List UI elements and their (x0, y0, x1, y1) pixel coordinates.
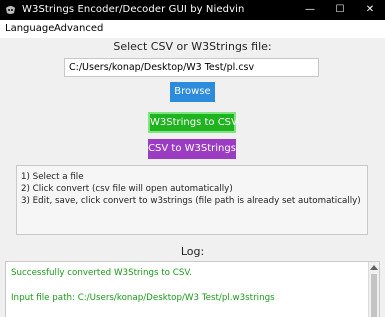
file-path-input[interactable] (64, 58, 319, 77)
log-output[interactable]: Successfully converted W3Strings to CSV.… (5, 261, 380, 317)
app-icon (6, 6, 15, 14)
scroll-thumb[interactable] (371, 274, 377, 317)
menu-advanced[interactable]: Advanced (54, 23, 103, 34)
instructions-box: 1) Select a file 2) Click convert (csv f… (16, 165, 368, 235)
close-button[interactable]: ✕ (355, 0, 385, 20)
instruction-step-2: 2) Click convert (csv file will open aut… (21, 184, 233, 194)
file-select-heading: Select CSV or W3Strings file: (113, 40, 272, 53)
csv-to-w3strings-button[interactable]: CSV to W3Strings (148, 139, 236, 159)
instruction-step-1: 1) Select a file (21, 172, 84, 182)
instruction-step-3: 3) Edit, save, click convert to w3string… (21, 196, 361, 206)
window-title: W3Strings Encoder/Decoder GUI by Niedvin (22, 4, 245, 15)
w3strings-to-csv-button[interactable]: W3Strings to CSV (148, 112, 238, 133)
maximize-button[interactable]: ☐ (325, 0, 355, 20)
menu-language[interactable]: Language (5, 23, 54, 34)
minimize-button[interactable]: — (295, 0, 325, 20)
scroll-up-arrow-icon[interactable] (370, 265, 378, 270)
log-scrollbar[interactable] (368, 262, 379, 317)
log-heading: Log: (180, 245, 205, 258)
menu-bar: Language Advanced (0, 20, 385, 38)
title-bar[interactable]: W3Strings Encoder/Decoder GUI by Niedvin… (0, 0, 385, 20)
log-line: Input file path: C:/Users/konap/Desktop/… (11, 293, 275, 303)
log-line: Successfully converted W3Strings to CSV. (11, 268, 192, 278)
browse-button[interactable]: Browse (170, 82, 215, 102)
